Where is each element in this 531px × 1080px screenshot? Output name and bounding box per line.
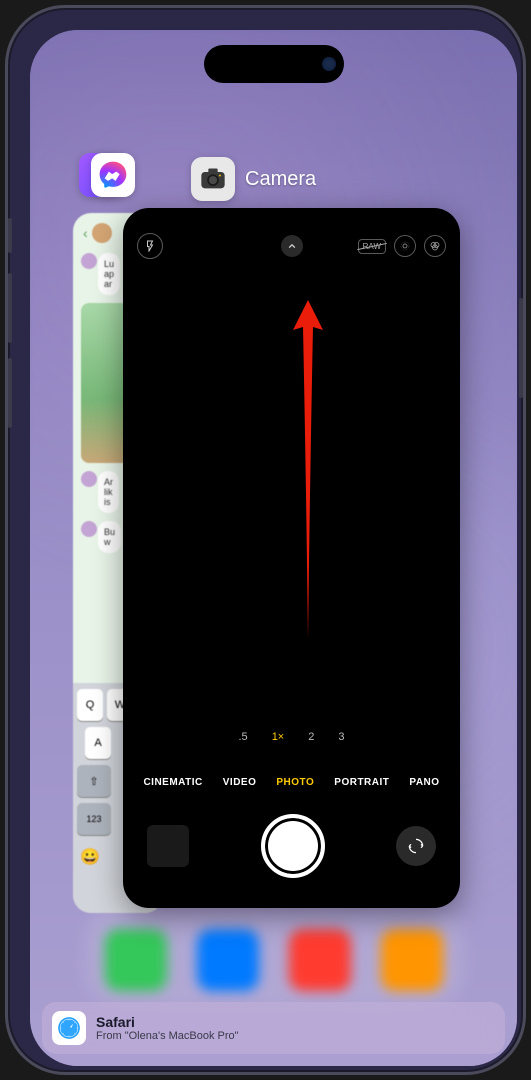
camera-card-header: Camera [191, 157, 316, 201]
back-chevron-icon: ‹ [83, 225, 88, 241]
iphone-frame: ‹ Lu ap ar [5, 5, 526, 1075]
live-photo-icon [399, 240, 411, 252]
mode-portrait[interactable]: PORTRAIT [334, 777, 389, 788]
live-photo-button[interactable] [394, 235, 416, 257]
safari-icon [56, 1015, 82, 1041]
zoom-selector[interactable]: .5 1× 2 3 [123, 731, 460, 743]
keyboard-key: A [85, 727, 111, 759]
handoff-banner[interactable]: Safari From "Olena's MacBook Pro" [42, 1002, 505, 1054]
message-bubble: Lu ap ar [98, 253, 120, 295]
power-button [519, 298, 523, 398]
emoji-key: 😀 [77, 841, 103, 873]
volume-up-button [8, 273, 12, 343]
zoom-level-active[interactable]: 1× [272, 731, 285, 743]
zoom-level[interactable]: 2 [308, 731, 314, 743]
mode-photo[interactable]: PHOTO [276, 777, 314, 788]
zoom-level[interactable]: 3 [338, 731, 344, 743]
photo-library-thumbnail[interactable] [147, 825, 189, 867]
avatar [92, 223, 112, 243]
filters-button[interactable] [424, 235, 446, 257]
zoom-level[interactable]: .5 [239, 731, 248, 743]
message-bubble: Ar lik is [98, 471, 119, 513]
filters-icon [429, 240, 441, 252]
camera-switch-button[interactable] [396, 826, 436, 866]
mode-video[interactable]: VIDEO [223, 777, 257, 788]
safari-app-icon [52, 1011, 86, 1045]
camera-options-chevron[interactable] [281, 235, 303, 257]
raw-toggle[interactable]: RAW [358, 239, 386, 254]
camera-icon [199, 165, 227, 193]
messenger-icon [98, 160, 128, 190]
messenger-app-icon[interactable] [91, 153, 135, 197]
swipe-up-annotation-arrow [283, 295, 333, 650]
flash-icon [144, 240, 156, 252]
shift-key: ⇧ [77, 765, 111, 797]
avatar [81, 521, 97, 537]
camera-top-controls: RAW [123, 233, 460, 259]
volume-down-button [8, 358, 12, 428]
shutter-button[interactable] [261, 814, 325, 878]
camera-bottom-controls [123, 814, 460, 878]
flash-button[interactable] [137, 233, 163, 259]
message-bubble: Bu w [98, 521, 121, 553]
camera-app-icon[interactable] [191, 157, 235, 201]
dynamic-island [204, 45, 344, 83]
avatar [81, 253, 97, 269]
camera-card-title: Camera [245, 168, 316, 191]
handoff-source: From "Olena's MacBook Pro" [96, 1030, 239, 1042]
silent-switch [8, 218, 12, 253]
mode-pano[interactable]: PANO [409, 777, 439, 788]
camera-switch-icon [406, 836, 426, 856]
avatar [81, 471, 97, 487]
mode-cinematic[interactable]: CINEMATIC [143, 777, 202, 788]
chevron-up-icon [287, 241, 297, 251]
number-key: 123 [77, 803, 111, 835]
screen: ‹ Lu ap ar [30, 30, 517, 1066]
camera-mode-selector[interactable]: CINEMATIC VIDEO PHOTO PORTRAIT PANO [123, 777, 460, 788]
handoff-app-name: Safari [96, 1014, 239, 1030]
keyboard-key: Q [77, 689, 103, 721]
